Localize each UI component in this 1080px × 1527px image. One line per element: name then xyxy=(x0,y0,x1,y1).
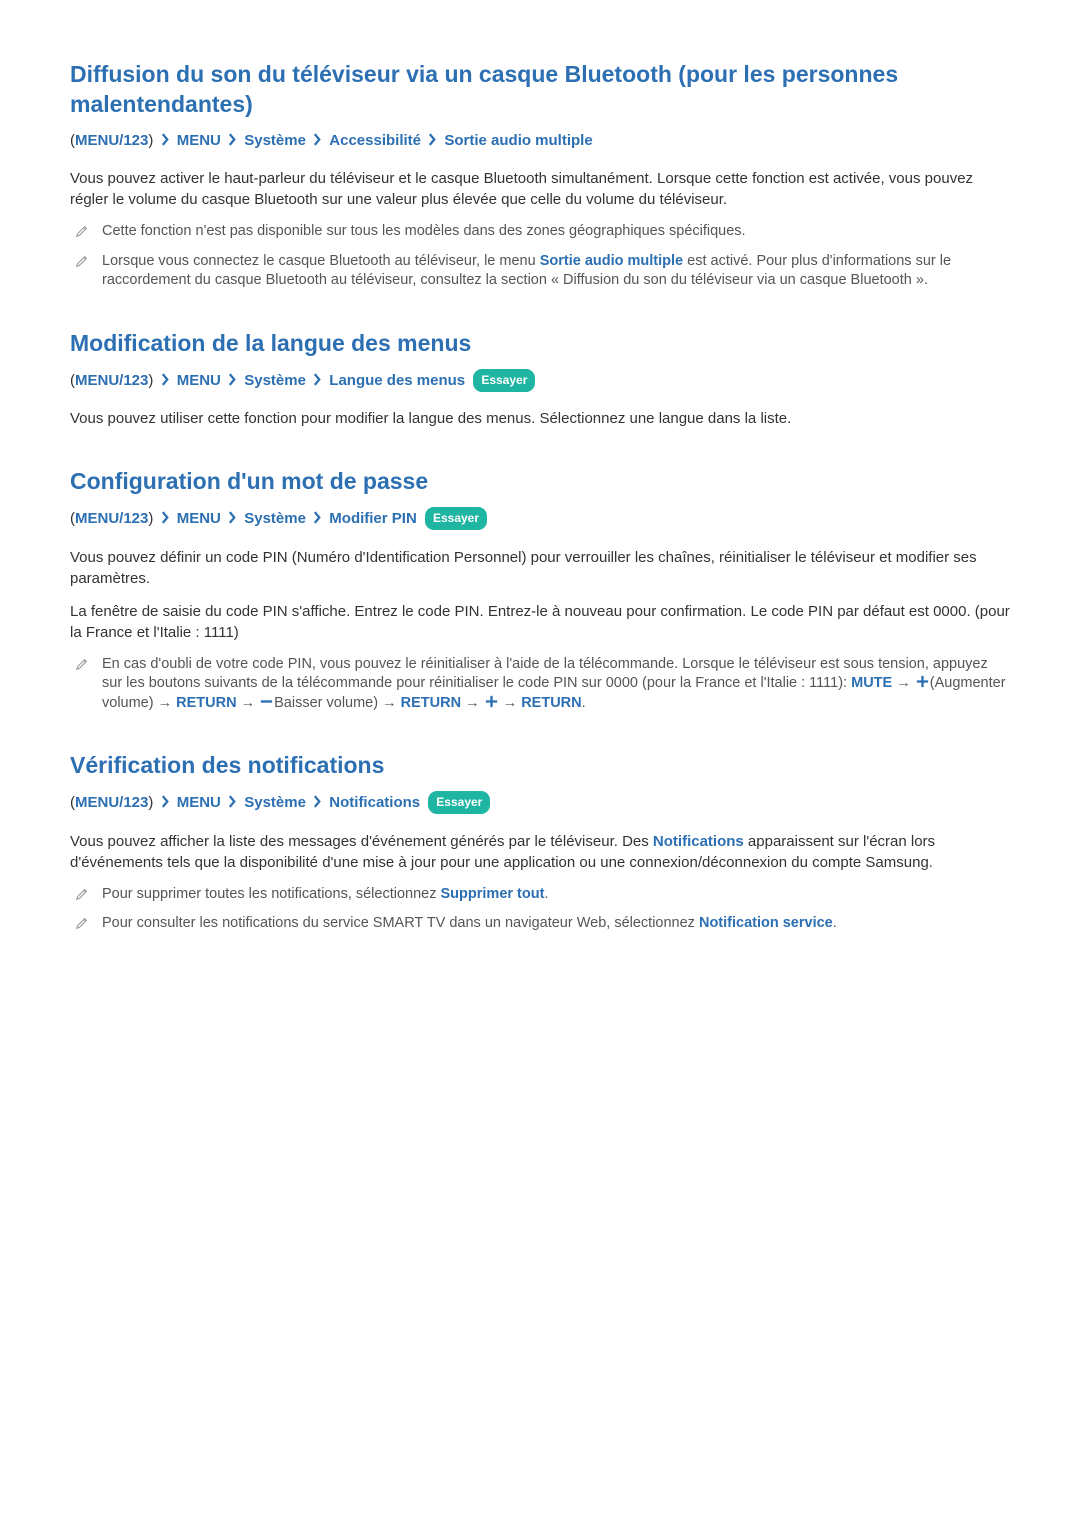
arrow-right-icon: → xyxy=(241,695,260,711)
section-heading: Vérification des notifications xyxy=(70,751,1010,781)
breadcrumb-item: MENU/123 xyxy=(75,132,148,149)
section-heading: Configuration d'un mot de passe xyxy=(70,467,1010,497)
pencil-icon xyxy=(75,254,89,268)
breadcrumb-item: Sortie audio multiple xyxy=(444,132,592,149)
plus-icon xyxy=(915,674,930,689)
plus-icon xyxy=(484,694,499,709)
pencil-icon xyxy=(75,887,89,901)
breadcrumb: (MENU/123) MENU Système Modifier PIN Ess… xyxy=(70,507,1010,533)
note-text: . xyxy=(582,695,586,711)
chevron-right-icon xyxy=(228,510,237,533)
body-paragraph: La fenêtre de saisie du code PIN s'affic… xyxy=(70,601,1010,643)
section-heading: Diffusion du son du téléviseur via un ca… xyxy=(70,60,1010,120)
page: Diffusion du son du téléviseur via un ca… xyxy=(70,60,1010,934)
breadcrumb-item: Modifier PIN xyxy=(329,510,417,527)
paren-close: ) xyxy=(148,510,153,527)
breadcrumb-item: MENU xyxy=(177,794,221,811)
section-bluetooth-audio: Diffusion du son du téléviseur via un ca… xyxy=(70,60,1010,291)
breadcrumb-item: MENU xyxy=(177,510,221,527)
paren-close: ) xyxy=(148,132,153,149)
note-text: Baisser volume) xyxy=(274,695,378,711)
body-paragraph: Vous pouvez utiliser cette fonction pour… xyxy=(70,408,1010,429)
arrow-right-icon: → xyxy=(382,695,401,711)
note-strong: RETURN xyxy=(401,695,461,711)
chevron-right-icon xyxy=(428,132,437,155)
minus-icon xyxy=(259,694,274,709)
section-password: Configuration d'un mot de passe (MENU/12… xyxy=(70,467,1010,713)
chevron-right-icon xyxy=(161,510,170,533)
breadcrumb-item: Système xyxy=(244,372,306,389)
note-strong: MUTE xyxy=(851,675,892,691)
note-item: Pour consulter les notifications du serv… xyxy=(70,914,1010,934)
try-now-badge[interactable]: Essayer xyxy=(473,369,535,392)
chevron-right-icon xyxy=(313,372,322,395)
arrow-right-icon: → xyxy=(158,695,177,711)
note-list: Pour supprimer toutes les notifications,… xyxy=(70,885,1010,934)
breadcrumb-item: Notifications xyxy=(329,794,420,811)
note-list: En cas d'oubli de votre code PIN, vous p… xyxy=(70,655,1010,714)
pencil-icon xyxy=(75,916,89,930)
note-strong: Sortie audio multiple xyxy=(540,253,683,269)
chevron-right-icon xyxy=(313,794,322,817)
section-menu-language: Modification de la langue des menus (MEN… xyxy=(70,329,1010,429)
breadcrumb-item: Système xyxy=(244,510,306,527)
try-now-badge[interactable]: Essayer xyxy=(425,507,487,530)
body-strong: Notifications xyxy=(653,833,744,850)
note-item: En cas d'oubli de votre code PIN, vous p… xyxy=(70,655,1010,714)
chevron-right-icon xyxy=(313,132,322,155)
note-item: Pour supprimer toutes les notifications,… xyxy=(70,885,1010,905)
breadcrumb-item: MENU/123 xyxy=(75,510,148,527)
body-paragraph: Vous pouvez définir un code PIN (Numéro … xyxy=(70,547,1010,589)
arrow-right-icon: → xyxy=(465,695,484,711)
note-strong: RETURN xyxy=(521,695,581,711)
chevron-right-icon xyxy=(161,132,170,155)
pencil-icon xyxy=(75,657,89,671)
chevron-right-icon xyxy=(161,794,170,817)
chevron-right-icon xyxy=(161,372,170,395)
paren-close: ) xyxy=(148,372,153,389)
breadcrumb-item: Langue des menus xyxy=(329,372,465,389)
note-text: Cette fonction n'est pas disponible sur … xyxy=(102,223,746,239)
breadcrumb-item: MENU/123 xyxy=(75,794,148,811)
note-text: . xyxy=(833,915,837,931)
body-text-part: Vous pouvez afficher la liste des messag… xyxy=(70,833,653,850)
body-paragraph: Vous pouvez activer le haut-parleur du t… xyxy=(70,168,1010,210)
note-text: Pour supprimer toutes les notifications,… xyxy=(102,886,441,902)
try-now-badge[interactable]: Essayer xyxy=(428,791,490,814)
chevron-right-icon xyxy=(228,372,237,395)
note-item: Lorsque vous connectez le casque Bluetoo… xyxy=(70,252,1010,291)
chevron-right-icon xyxy=(313,510,322,533)
breadcrumb-item: MENU xyxy=(177,132,221,149)
chevron-right-icon xyxy=(228,794,237,817)
breadcrumb: (MENU/123) MENU Système Notifications Es… xyxy=(70,791,1010,817)
breadcrumb: (MENU/123) MENU Système Langue des menus… xyxy=(70,369,1010,395)
note-strong: Notification service xyxy=(699,915,833,931)
note-text: Lorsque vous connectez le casque Bluetoo… xyxy=(102,253,540,269)
note-item: Cette fonction n'est pas disponible sur … xyxy=(70,222,1010,242)
note-strong: Supprimer tout xyxy=(441,886,545,902)
breadcrumb: (MENU/123) MENU Système Accessibilité So… xyxy=(70,130,1010,155)
section-notifications: Vérification des notifications (MENU/123… xyxy=(70,751,1010,934)
chevron-right-icon xyxy=(228,132,237,155)
arrow-right-icon: → xyxy=(896,675,915,691)
paren-close: ) xyxy=(148,794,153,811)
note-text: . xyxy=(544,886,548,902)
breadcrumb-item: MENU/123 xyxy=(75,372,148,389)
note-list: Cette fonction n'est pas disponible sur … xyxy=(70,222,1010,291)
pencil-icon xyxy=(75,224,89,238)
note-strong: RETURN xyxy=(176,695,236,711)
note-text: Pour consulter les notifications du serv… xyxy=(102,915,699,931)
arrow-right-icon: → xyxy=(503,695,522,711)
body-paragraph: Vous pouvez afficher la liste des messag… xyxy=(70,831,1010,873)
breadcrumb-item: Système xyxy=(244,132,306,149)
breadcrumb-item: Système xyxy=(244,794,306,811)
breadcrumb-item: Accessibilité xyxy=(329,132,421,149)
breadcrumb-item: MENU xyxy=(177,372,221,389)
section-heading: Modification de la langue des menus xyxy=(70,329,1010,359)
